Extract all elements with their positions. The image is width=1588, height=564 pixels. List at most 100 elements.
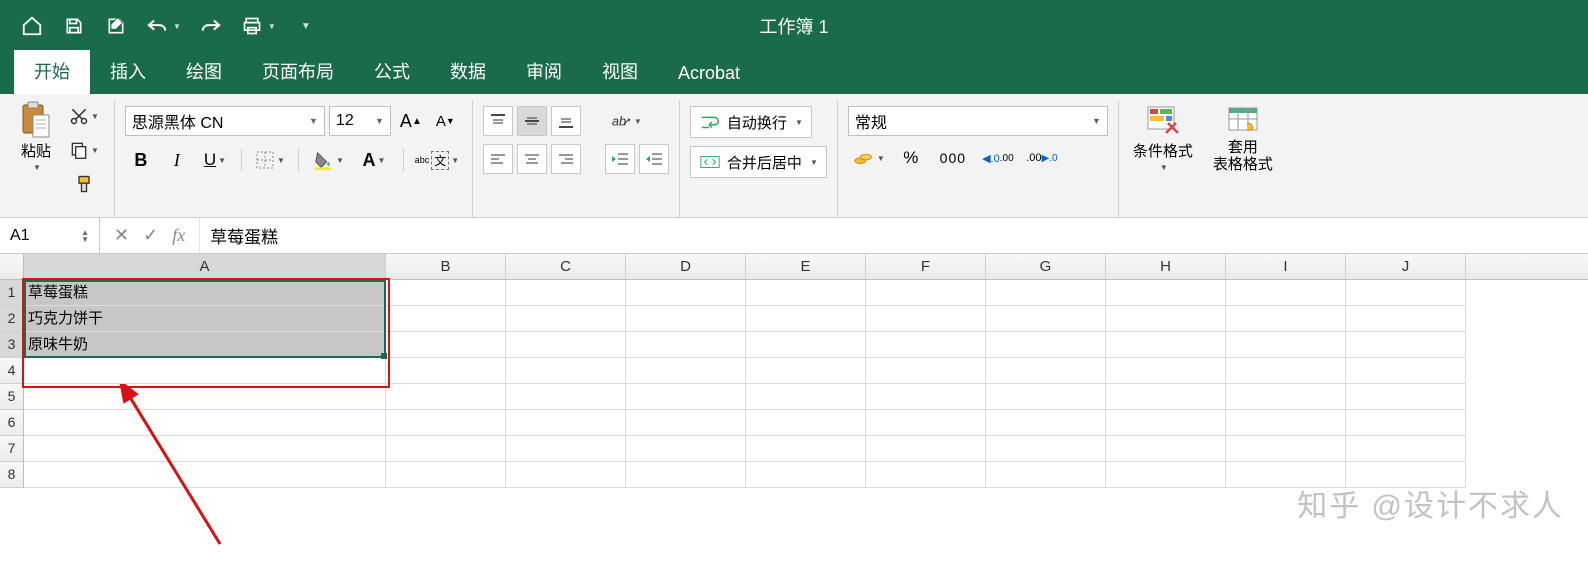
cell-G8[interactable] [986, 462, 1106, 488]
cell-G7[interactable] [986, 436, 1106, 462]
row-header-4[interactable]: 4 [0, 358, 24, 384]
dropdown-caret-icon[interactable]: ▼ [173, 22, 181, 31]
cell-H3[interactable] [1106, 332, 1226, 358]
tab-home[interactable]: 开始 [14, 50, 90, 94]
column-header-A[interactable]: A [24, 254, 386, 279]
phonetic-guide-button[interactable]: abc文▼ [412, 146, 462, 174]
fill-color-button[interactable]: ▼ [307, 146, 349, 174]
cell-C8[interactable] [506, 462, 626, 488]
cell-G3[interactable] [986, 332, 1106, 358]
borders-button[interactable]: ▼ [250, 146, 290, 174]
comma-button[interactable]: 000 [932, 144, 974, 172]
conditional-format-button[interactable]: 条件格式 ▼ [1129, 100, 1197, 174]
cell-J6[interactable] [1346, 410, 1466, 436]
save-icon[interactable] [62, 14, 86, 38]
cell-E1[interactable] [746, 280, 866, 306]
cell-J8[interactable] [1346, 462, 1466, 488]
row-header-6[interactable]: 6 [0, 410, 24, 436]
formula-input[interactable]: 草莓蛋糕 [200, 218, 1588, 253]
cell-A8[interactable] [24, 462, 386, 488]
cell-B5[interactable] [386, 384, 506, 410]
cell-I1[interactable] [1226, 280, 1346, 306]
row-header-1[interactable]: 1 [0, 280, 24, 306]
column-header-G[interactable]: G [986, 254, 1106, 279]
cell-F4[interactable] [866, 358, 986, 384]
align-top-button[interactable] [483, 106, 513, 136]
column-header-D[interactable]: D [626, 254, 746, 279]
percent-button[interactable]: % [894, 144, 928, 172]
cell-J4[interactable] [1346, 358, 1466, 384]
font-color-button[interactable]: A▼ [353, 146, 395, 174]
cell-B8[interactable] [386, 462, 506, 488]
cell-D4[interactable] [626, 358, 746, 384]
column-header-H[interactable]: H [1106, 254, 1226, 279]
cell-F6[interactable] [866, 410, 986, 436]
select-all-corner[interactable] [0, 254, 24, 279]
cell-E4[interactable] [746, 358, 866, 384]
cell-J3[interactable] [1346, 332, 1466, 358]
cell-E7[interactable] [746, 436, 866, 462]
cancel-formula-icon[interactable]: ✕ [114, 225, 129, 246]
decrease-indent-button[interactable] [605, 144, 635, 174]
cell-E3[interactable] [746, 332, 866, 358]
align-right-button[interactable] [551, 144, 581, 174]
cell-C1[interactable] [506, 280, 626, 306]
name-box[interactable]: A1 ▲▼ [0, 218, 100, 253]
tab-data[interactable]: 数据 [430, 50, 506, 94]
cell-I7[interactable] [1226, 436, 1346, 462]
cell-H7[interactable] [1106, 436, 1226, 462]
align-middle-button[interactable] [517, 106, 547, 136]
table-format-button[interactable]: 套用 表格格式 [1209, 100, 1277, 175]
cell-J1[interactable] [1346, 280, 1466, 306]
italic-button[interactable]: I [161, 146, 193, 174]
cell-I5[interactable] [1226, 384, 1346, 410]
cell-G2[interactable] [986, 306, 1106, 332]
cell-E2[interactable] [746, 306, 866, 332]
cell-I8[interactable] [1226, 462, 1346, 488]
increase-indent-button[interactable] [639, 144, 669, 174]
cell-F3[interactable] [866, 332, 986, 358]
copy-button[interactable]: ▼ [64, 136, 104, 164]
redo-button[interactable] [199, 14, 223, 38]
cell-C4[interactable] [506, 358, 626, 384]
cell-D8[interactable] [626, 462, 746, 488]
cell-H6[interactable] [1106, 410, 1226, 436]
undo-button[interactable]: ▼ [146, 17, 181, 35]
number-format-combo[interactable]: 常规▼ [848, 106, 1108, 136]
name-box-stepper[interactable]: ▲▼ [81, 229, 89, 243]
cell-B6[interactable] [386, 410, 506, 436]
cell-I6[interactable] [1226, 410, 1346, 436]
orientation-button[interactable]: ab▼ [605, 107, 647, 135]
column-header-J[interactable]: J [1346, 254, 1466, 279]
tab-insert[interactable]: 插入 [90, 50, 166, 94]
cell-I3[interactable] [1226, 332, 1346, 358]
row-header-2[interactable]: 2 [0, 306, 24, 332]
wrap-text-button[interactable]: 自动换行▼ [690, 106, 812, 138]
cell-B4[interactable] [386, 358, 506, 384]
column-header-I[interactable]: I [1226, 254, 1346, 279]
merge-center-button[interactable]: 合并后居中▼ [690, 146, 827, 178]
cell-A2[interactable]: 巧克力饼干 [24, 306, 386, 332]
tab-view[interactable]: 视图 [582, 50, 658, 94]
cell-F8[interactable] [866, 462, 986, 488]
dropdown-caret-icon[interactable]: ▼ [33, 163, 41, 172]
cell-E6[interactable] [746, 410, 866, 436]
increase-decimal-button[interactable]: ◀.0.00 [978, 144, 1018, 172]
align-bottom-button[interactable] [551, 106, 581, 136]
cell-C7[interactable] [506, 436, 626, 462]
tab-acrobat[interactable]: Acrobat [658, 55, 760, 94]
cell-D5[interactable] [626, 384, 746, 410]
cell-I4[interactable] [1226, 358, 1346, 384]
tab-page-layout[interactable]: 页面布局 [242, 50, 354, 94]
cell-H1[interactable] [1106, 280, 1226, 306]
cell-G1[interactable] [986, 280, 1106, 306]
decrease-decimal-button[interactable]: .00▶.0 [1022, 144, 1062, 172]
cell-A7[interactable] [24, 436, 386, 462]
cell-G5[interactable] [986, 384, 1106, 410]
cell-B7[interactable] [386, 436, 506, 462]
cell-G6[interactable] [986, 410, 1106, 436]
cell-F1[interactable] [866, 280, 986, 306]
column-header-E[interactable]: E [746, 254, 866, 279]
dropdown-caret-icon[interactable]: ▼ [268, 22, 276, 31]
decrease-font-button[interactable]: A▼ [431, 107, 460, 135]
